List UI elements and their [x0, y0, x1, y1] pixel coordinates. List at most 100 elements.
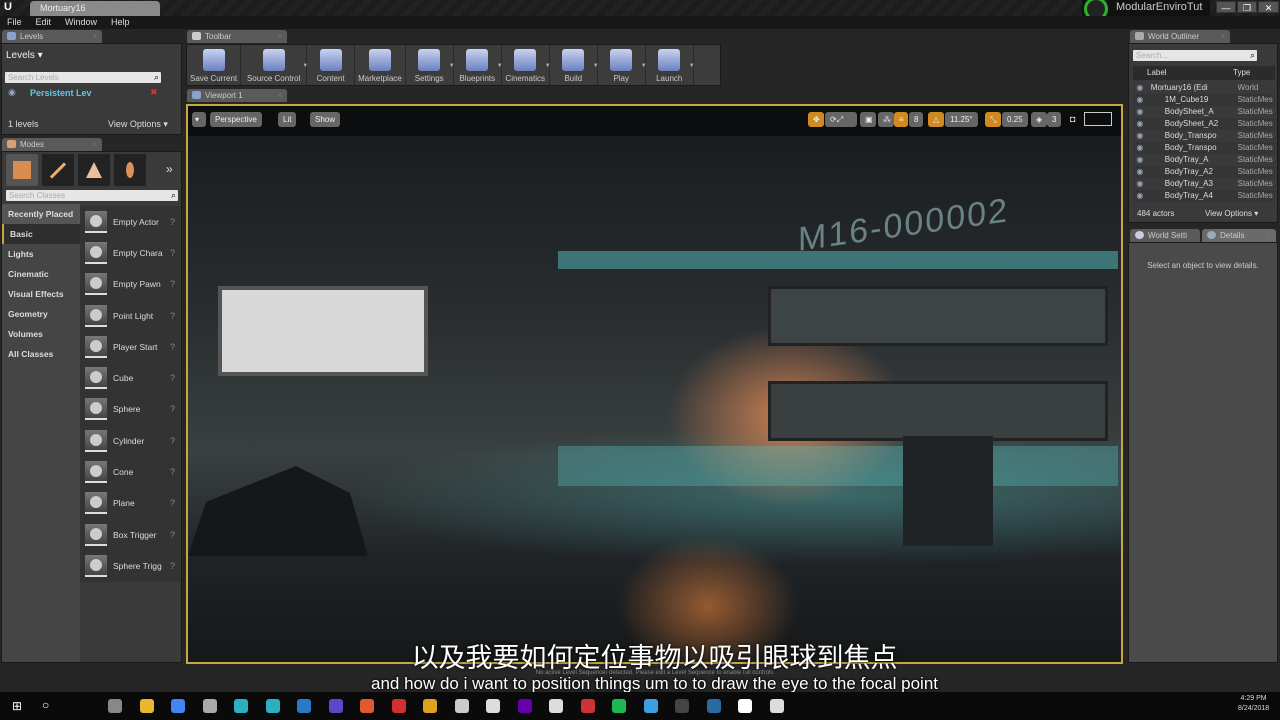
unreal-icon[interactable]: [769, 699, 784, 713]
outliner-row[interactable]: ◉ BodySheet_A2 StaticMes: [1133, 118, 1275, 130]
save-current-button[interactable]: Save Current: [187, 45, 242, 85]
rotation-snap-icon[interactable]: △: [928, 112, 944, 127]
landscape-mode-icon[interactable]: [78, 154, 110, 186]
help-icon[interactable]: ?: [170, 436, 175, 446]
tab-toolbar[interactable]: Toolbar ×: [187, 30, 287, 43]
persistent-level[interactable]: Persistent Lev: [30, 88, 92, 98]
document-tab[interactable]: Mortuary16: [30, 1, 160, 16]
app-2-icon[interactable]: [391, 699, 406, 713]
world-local-icon[interactable]: ▣: [860, 112, 876, 127]
outliner-row[interactable]: ◉ BodySheet_A StaticMes: [1133, 106, 1275, 118]
clock[interactable]: 4:29 PM 8/24/2018: [1238, 695, 1269, 712]
spotify-icon[interactable]: [612, 699, 626, 713]
close-button[interactable]: ✕: [1258, 1, 1279, 13]
place-mode-icon[interactable]: [6, 154, 38, 186]
close-tab-icon[interactable]: ×: [92, 140, 97, 149]
content-button[interactable]: Content: [307, 45, 356, 85]
perspective-button[interactable]: Perspective: [210, 112, 262, 127]
camera-speed-value[interactable]: 3: [1047, 112, 1062, 127]
layout-icon[interactable]: [1084, 112, 1112, 126]
visibility-eye-icon[interactable]: ◉: [1133, 190, 1147, 202]
outliner-row[interactable]: ◉ 1M_Cube19 StaticMes: [1133, 94, 1275, 106]
outliner-search-input[interactable]: Search... ⌕: [1133, 50, 1257, 61]
settings-button[interactable]: Settings ▼: [406, 45, 455, 85]
close-tab-icon[interactable]: ×: [92, 32, 97, 41]
class-item[interactable]: Cylinder?: [80, 425, 180, 456]
app-icon[interactable]: [360, 699, 374, 713]
class-item[interactable]: Plane?: [80, 488, 180, 519]
source-control-button[interactable]: Source Control ▼: [241, 45, 308, 85]
class-item[interactable]: Sphere Trigg?: [80, 550, 180, 581]
menu-window[interactable]: Window: [65, 16, 97, 29]
cinematics-button[interactable]: Cinematics ▼: [502, 45, 551, 85]
class-item[interactable]: Cone?: [80, 456, 180, 487]
viewport-options-button[interactable]: ▾: [192, 112, 206, 127]
help-icon[interactable]: ?: [170, 279, 175, 289]
outliner-row[interactable]: ◉ BodyTray_A3 StaticMes: [1133, 178, 1275, 190]
visibility-eye-icon[interactable]: ◉: [1133, 118, 1147, 130]
grid-snap-icon[interactable]: ≡: [894, 112, 908, 127]
outliner-row[interactable]: ◉ BodyTray_A2 StaticMes: [1133, 166, 1275, 178]
outliner-row[interactable]: ◉ BodyTray_A StaticMes: [1133, 154, 1275, 166]
visibility-eye-icon[interactable]: ◉: [1133, 106, 1147, 118]
obs-icon[interactable]: [675, 699, 689, 713]
build-button[interactable]: Build ▼: [550, 45, 599, 85]
close-tab-icon[interactable]: ×: [1220, 32, 1225, 41]
menu-help[interactable]: Help: [111, 16, 130, 29]
paint-mode-icon[interactable]: [42, 154, 74, 186]
visibility-eye-icon[interactable]: ◉: [1133, 166, 1147, 178]
outliner-row[interactable]: ◉ Body_Transpo StaticMes: [1133, 130, 1275, 142]
minimize-button[interactable]: —: [1216, 1, 1236, 13]
steam-icon[interactable]: [706, 699, 721, 713]
maximize-viewport-icon[interactable]: ◘: [1070, 114, 1075, 124]
outliner-row[interactable]: ◉ BodyTray_A4 StaticMes: [1133, 190, 1275, 202]
category-lights[interactable]: Lights: [2, 244, 80, 264]
tab-levels[interactable]: Levels ×: [2, 30, 102, 43]
dropdown-arrow-icon[interactable]: ▼: [689, 63, 695, 69]
tab-world-settings[interactable]: World Setti: [1130, 229, 1200, 242]
view-options-button[interactable]: View Options ▾: [108, 119, 168, 130]
grid-snap-value[interactable]: 8: [909, 112, 924, 127]
app-3-icon[interactable]: [454, 699, 469, 713]
surface-snap-icon[interactable]: ⁂: [878, 112, 894, 127]
class-item[interactable]: Point Light?: [80, 300, 180, 331]
epic-launcher-icon[interactable]: [108, 699, 122, 713]
class-item[interactable]: Box Trigger?: [80, 519, 180, 550]
more-modes-button[interactable]: »: [166, 162, 173, 176]
help-icon[interactable]: ?: [170, 373, 175, 383]
class-item[interactable]: Sphere?: [80, 394, 180, 425]
category-all-classes[interactable]: All Classes: [2, 344, 80, 364]
category-geometry[interactable]: Geometry: [2, 304, 80, 324]
zbrush-icon[interactable]: [549, 699, 563, 713]
play-button[interactable]: Play ▼: [598, 45, 647, 85]
foliage-mode-icon[interactable]: [114, 154, 146, 186]
help-icon[interactable]: ?: [170, 498, 175, 508]
outliner-row[interactable]: ◉ Mortuary16 (Edi World: [1133, 82, 1275, 94]
levels-dropdown[interactable]: Levels ▾: [6, 50, 43, 61]
photoshop-icon[interactable]: [297, 699, 311, 713]
marketplace-button[interactable]: Marketplace: [355, 45, 406, 85]
windows-start-icon[interactable]: ⊞: [12, 699, 22, 713]
help-icon[interactable]: ?: [170, 342, 175, 352]
help-icon[interactable]: ?: [170, 467, 175, 477]
view-options-button[interactable]: View Options ▾: [1205, 209, 1258, 218]
close-tab-icon[interactable]: ×: [1266, 231, 1271, 240]
help-icon[interactable]: ?: [170, 248, 175, 258]
app-6-icon[interactable]: [643, 699, 658, 713]
tab-modes[interactable]: Modes ×: [2, 138, 102, 151]
scale-snap-value[interactable]: 0.25: [1002, 112, 1028, 127]
remove-icon[interactable]: ✖: [150, 87, 158, 98]
lit-button[interactable]: Lit: [278, 112, 297, 127]
tab-details[interactable]: Details ×: [1202, 229, 1276, 242]
close-tab-icon[interactable]: ×: [277, 32, 282, 41]
help-icon[interactable]: ?: [170, 311, 175, 321]
class-item[interactable]: Empty Actor?: [80, 206, 180, 237]
marmoset-icon[interactable]: [423, 699, 437, 713]
category-volumes[interactable]: Volumes: [2, 324, 80, 344]
close-tab-icon[interactable]: ×: [277, 91, 282, 100]
visibility-eye-icon[interactable]: ◉: [1133, 94, 1147, 106]
menu-edit[interactable]: Edit: [36, 16, 52, 29]
category-cinematic[interactable]: Cinematic: [2, 264, 80, 284]
tab-world-outliner[interactable]: World Outliner ×: [1130, 30, 1230, 43]
search-icon[interactable]: ○: [42, 698, 49, 712]
